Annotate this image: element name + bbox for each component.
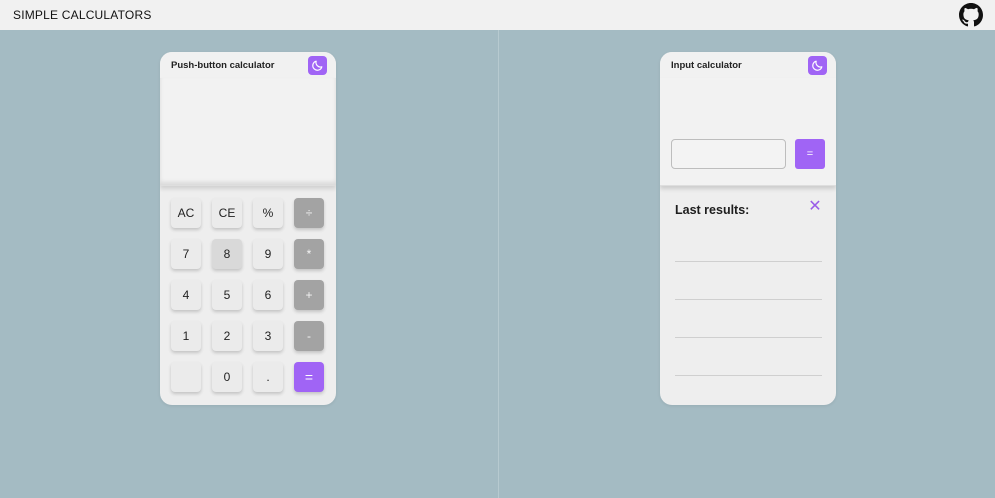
last-results-panel: Last results: ✕	[660, 186, 836, 376]
moon-icon	[312, 60, 323, 71]
key-percent-button[interactable]: %	[253, 198, 283, 228]
key-equals-button[interactable]: =	[294, 362, 324, 392]
key-clear-entry-button[interactable]: CE	[212, 198, 242, 228]
input-calculator-display: =	[660, 78, 836, 186]
input-calculator-header: Input calculator	[660, 52, 836, 78]
push-button-calculator: Push-button calculator AC CE% ÷ 7 8 9 * 4 5 6 +1 2 3…	[160, 52, 336, 405]
key-2-button[interactable]: 2	[212, 321, 242, 351]
input-calculator-title: Input calculator	[671, 59, 742, 71]
theme-toggle-button[interactable]	[308, 55, 327, 75]
key-all-clear-button[interactable]: AC	[171, 198, 201, 228]
key-0-button[interactable]: 0	[212, 362, 242, 392]
top-bar: SIMPLE CALCULATORS	[0, 0, 995, 30]
key-7-button[interactable]: 7	[171, 239, 201, 269]
results-list	[675, 224, 822, 376]
calculator-display	[160, 78, 336, 186]
result-item	[675, 300, 822, 338]
moon-icon	[812, 60, 823, 71]
key-5-button[interactable]: 5	[212, 280, 242, 310]
key-plus-button[interactable]: +	[294, 280, 324, 310]
key-9-button[interactable]: 9	[253, 239, 283, 269]
key-8-button[interactable]: 8	[212, 239, 242, 269]
push-calculator-header: Push-button calculator	[160, 52, 336, 78]
results-title: Last results:	[675, 203, 750, 217]
result-item	[675, 338, 822, 376]
github-icon[interactable]	[959, 3, 983, 27]
key-decimal-button[interactable]: .	[253, 362, 283, 392]
equals-button[interactable]: =	[795, 139, 825, 169]
key-multiply-button[interactable]: *	[294, 239, 324, 269]
key-6-button[interactable]: 6	[253, 280, 283, 310]
key-4-button[interactable]: 4	[171, 280, 201, 310]
panel-divider	[498, 30, 499, 498]
key-3-button[interactable]: 3	[253, 321, 283, 351]
result-item	[675, 224, 822, 262]
theme-toggle-button[interactable]	[808, 55, 827, 75]
key-1-button[interactable]: 1	[171, 321, 201, 351]
push-calculator-title: Push-button calculator	[171, 59, 275, 71]
app-title: SIMPLE CALCULATORS	[13, 8, 152, 22]
expression-input[interactable]	[671, 139, 786, 169]
key-divide-button[interactable]: ÷	[294, 198, 324, 228]
key-minus-button[interactable]: -	[294, 321, 324, 351]
result-item	[675, 262, 822, 300]
key-blank-button[interactable]	[171, 362, 201, 392]
keypad: AC CE% ÷ 7 8 9 * 4 5 6 +1 2 3- 0. =	[160, 186, 336, 392]
input-calculator: Input calculator = Last results: ✕	[660, 52, 836, 405]
close-icon[interactable]: ✕	[808, 199, 822, 215]
